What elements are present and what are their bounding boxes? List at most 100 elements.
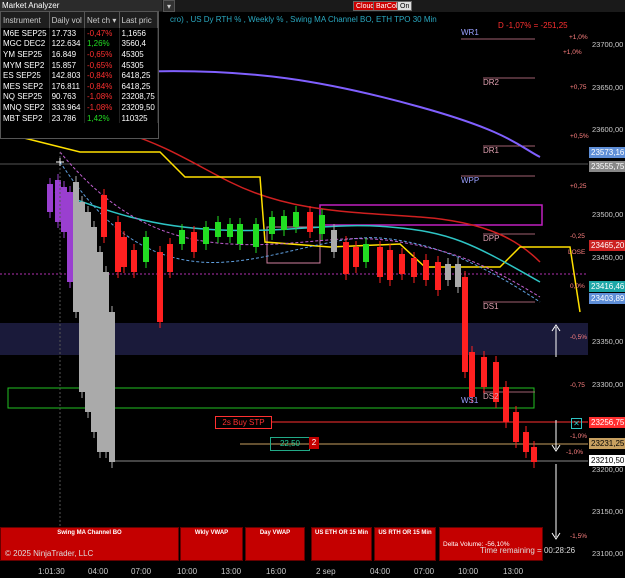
time-tick-label: 07:00 bbox=[414, 567, 435, 576]
indicator-header: cro) , US Dy RTH % , Weekly % , Swing MA… bbox=[170, 15, 437, 24]
candle-body bbox=[121, 237, 127, 267]
order-quantity-badge[interactable]: 2 bbox=[309, 437, 319, 449]
ma-column-header[interactable]: Last pric bbox=[119, 12, 158, 28]
on-toggle-button[interactable]: On bbox=[397, 1, 413, 11]
candle-body bbox=[101, 195, 107, 237]
candle-body bbox=[253, 224, 259, 247]
indicator-toggle-button[interactable]: US RTH OR 15 Min bbox=[374, 527, 436, 561]
ma-cell-last: 110325 bbox=[119, 112, 158, 124]
time-tick-label: 07:00 bbox=[131, 567, 152, 576]
order-price-box[interactable]: 22,50 bbox=[270, 437, 310, 451]
ma-cell-instrument: MGC DEC2 bbox=[1, 38, 50, 50]
ma-column-header[interactable]: Instrument bbox=[1, 12, 50, 28]
ma-cell-instrument: MNQ SEP2 bbox=[1, 102, 50, 113]
candle-body bbox=[513, 412, 519, 442]
ma-cell-instrument: YM SEP25 bbox=[1, 49, 50, 60]
pivot-level-tag: DPP bbox=[483, 234, 500, 243]
pivot-level-tag: DS2 bbox=[483, 392, 499, 401]
ma-column-header[interactable]: Net ch ▾ bbox=[84, 12, 120, 28]
market-analyzer-window[interactable]: Instrument Daily vol Net ch ▾ Last pric M6E… bbox=[0, 11, 159, 139]
ma-cell-last: 6418,25 bbox=[119, 80, 158, 92]
ma-cell-net-change: 1,26% bbox=[84, 38, 120, 50]
ma-cell-net-change: 1,42% bbox=[84, 112, 120, 124]
instrument-dropdown-arrow[interactable]: ▾ bbox=[163, 0, 175, 12]
candle-body bbox=[503, 387, 509, 422]
ma-cell-last: 23209,50 bbox=[119, 102, 158, 113]
percent-level-label: -1,5% bbox=[570, 533, 587, 540]
price-marker-label: 23465,20 bbox=[589, 240, 625, 251]
percent-level-label: -0,75 bbox=[570, 382, 585, 389]
candle-body bbox=[167, 244, 173, 272]
percent-level-label: +1,0% bbox=[563, 49, 582, 56]
ma-row[interactable]: ES SEP25 142.803 -0,84% 6418,25 bbox=[1, 70, 158, 81]
ma-row[interactable]: MGC DEC2 122.634 1,26% 3560,4 bbox=[1, 38, 158, 50]
price-tick-label: 23500,00 bbox=[592, 210, 624, 219]
candle-body bbox=[343, 242, 349, 274]
candle-body bbox=[109, 312, 115, 462]
ma-row[interactable]: MYM SEP2 15.857 -0,65% 45305 bbox=[1, 59, 158, 71]
ma-row[interactable]: MES SEP2 176.811 -0,84% 6418,25 bbox=[1, 80, 158, 92]
ma-cell-last: 6418,25 bbox=[119, 70, 158, 81]
candle-body bbox=[61, 187, 67, 232]
ma-cell-instrument: MYM SEP2 bbox=[1, 59, 50, 71]
ma-cell-daily-vol: 142.803 bbox=[49, 70, 85, 81]
candle-body bbox=[67, 192, 73, 282]
ma-cell-instrument: MBT SEP2 bbox=[1, 112, 50, 124]
ma-cell-net-change: -1,08% bbox=[84, 102, 120, 113]
ma-column-header[interactable]: Daily vol bbox=[49, 12, 85, 28]
time-tick-label: 04:00 bbox=[370, 567, 391, 576]
indicator-toggle-button[interactable]: Day VWAP bbox=[245, 527, 305, 561]
candle-body bbox=[435, 262, 441, 290]
ma-cell-instrument: M6E SEP25 bbox=[1, 28, 50, 39]
percent-level-label: -0,5% bbox=[570, 334, 587, 341]
candle-body bbox=[423, 260, 429, 280]
price-marker-label: 23256,75 bbox=[589, 417, 625, 428]
percent-level-label: -1,0% bbox=[566, 449, 583, 456]
buy-stop-order-label[interactable]: 2s Buy STP bbox=[215, 416, 272, 429]
price-marker-label: 23555,75 bbox=[589, 161, 625, 172]
candle-body bbox=[157, 252, 163, 322]
candle-body bbox=[215, 222, 221, 237]
ma-cell-net-change: -0,65% bbox=[84, 59, 120, 71]
pivot-level-tag: WS1 bbox=[461, 396, 479, 405]
ma-row[interactable]: NQ SEP25 90.763 -1,08% 23208,75 bbox=[1, 91, 158, 103]
close-order-icon[interactable]: ✕ bbox=[571, 418, 582, 429]
candle-body bbox=[131, 250, 137, 272]
candle-body bbox=[531, 447, 537, 462]
candle-body bbox=[462, 277, 468, 372]
ma-row[interactable]: MNQ SEP2 333.964 -1,08% 23209,50 bbox=[1, 102, 158, 113]
time-tick-label: 16:00 bbox=[266, 567, 287, 576]
ma-cell-last: 45305 bbox=[119, 49, 158, 60]
percent-level-label: +0,5% bbox=[570, 133, 589, 140]
ma-cell-daily-vol: 176.811 bbox=[49, 80, 85, 92]
price-tick-label: 23300,00 bbox=[592, 380, 624, 389]
candle-body bbox=[281, 216, 287, 230]
ma-cell-net-change: -1,08% bbox=[84, 91, 120, 103]
ma-row[interactable]: MBT SEP2 23.786 1,42% 110325 bbox=[1, 112, 158, 124]
ma-row[interactable]: M6E SEP25 17.733 -0,47% 1,1656 bbox=[1, 28, 158, 39]
candle-body bbox=[469, 352, 475, 397]
ma-cell-daily-vol: 17.733 bbox=[49, 28, 85, 39]
ma-cell-last: 3560,4 bbox=[119, 38, 158, 50]
candle-body bbox=[455, 264, 461, 287]
ma-cell-instrument: MES SEP2 bbox=[1, 80, 50, 92]
ma-row[interactable]: YM SEP25 16.849 -0,65% 45305 bbox=[1, 49, 158, 60]
candle-body bbox=[481, 357, 487, 387]
indicator-toggle-button[interactable]: US ETH OR 15 Min bbox=[311, 527, 372, 561]
price-marker-label: 23210,50 bbox=[589, 455, 625, 466]
candle-body bbox=[387, 250, 393, 280]
time-tick-label: 1:01:30 bbox=[38, 567, 65, 576]
ma-cell-daily-vol: 333.964 bbox=[49, 102, 85, 113]
price-tick-label: 23650,00 bbox=[592, 83, 624, 92]
price-marker-label: 23416,46 bbox=[589, 281, 625, 292]
pivot-level-tag: DR1 bbox=[483, 146, 500, 155]
indicator-toggle-button[interactable]: Wkly VWAP bbox=[180, 527, 243, 561]
market-analyzer-title[interactable]: Market Analyzer bbox=[0, 0, 162, 11]
channel-box bbox=[319, 204, 543, 226]
pivot-level-tag: WR1 bbox=[461, 28, 479, 37]
price-tick-label: 23600,00 bbox=[592, 125, 624, 134]
price-tick-label: 23350,00 bbox=[592, 337, 624, 346]
candle-body bbox=[331, 230, 337, 252]
percent-level-label: -1,0% bbox=[570, 433, 587, 440]
ma-cell-net-change: -0,84% bbox=[84, 80, 120, 92]
